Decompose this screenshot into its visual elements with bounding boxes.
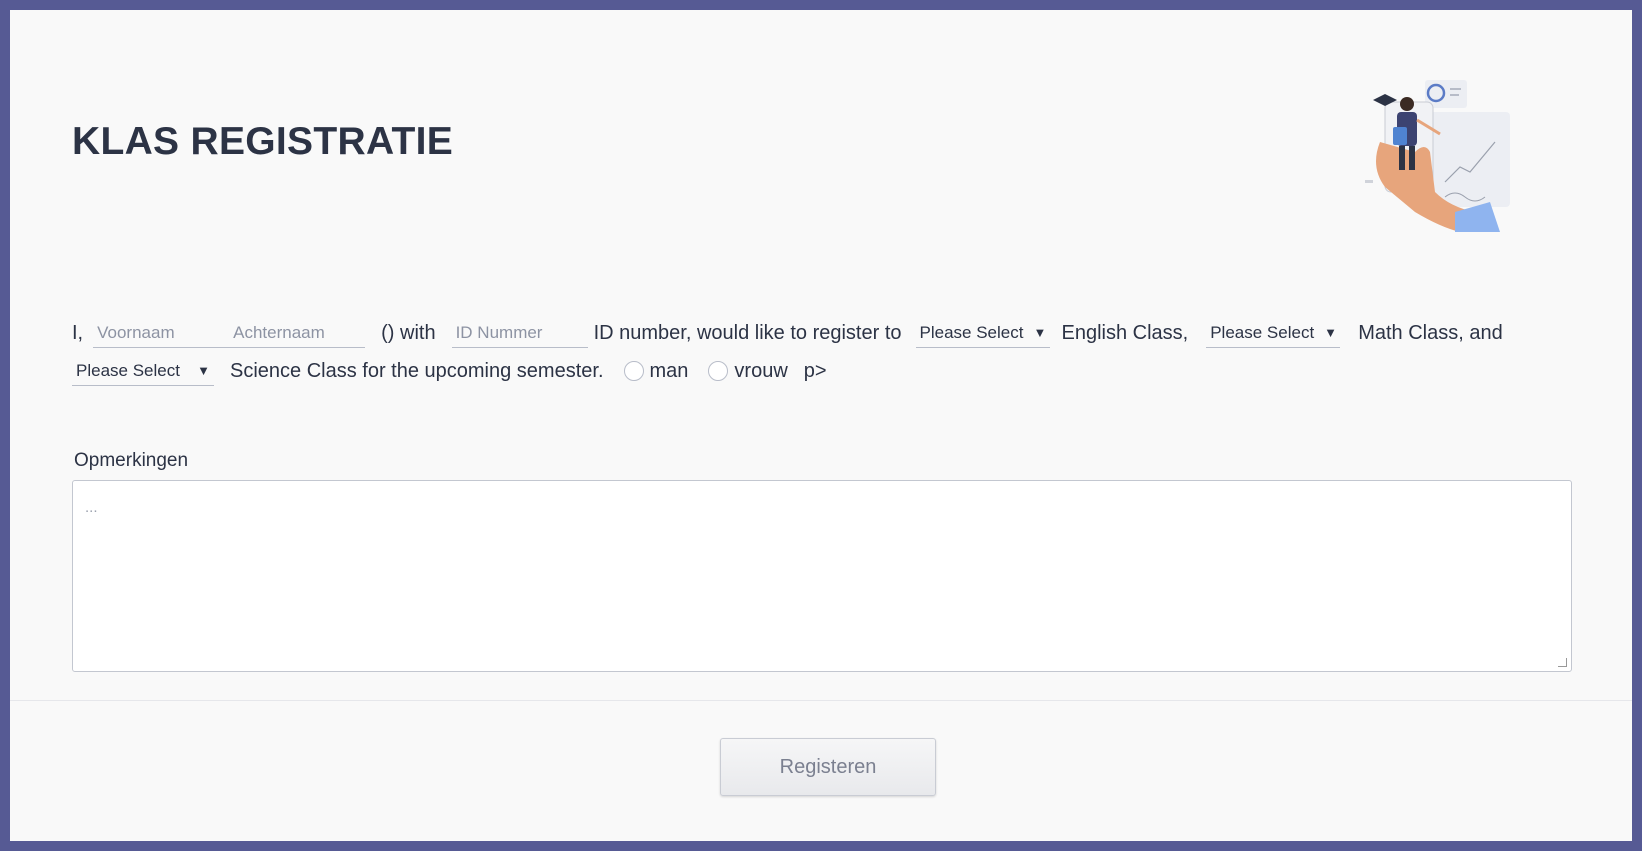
- radio-vrouw-label[interactable]: vrouw: [734, 352, 787, 390]
- caret-down-icon: ▼: [197, 362, 210, 378]
- remarks-label: Opmerkingen: [74, 450, 189, 471]
- first-name-input[interactable]: [93, 318, 230, 348]
- math-select-value: Please Select: [1210, 322, 1315, 342]
- science-class-text: Science Class for the upcoming semester.: [230, 360, 604, 382]
- remarks-placeholder: ...: [85, 499, 98, 516]
- english-class-select[interactable]: Please Select ▼: [915, 318, 1050, 348]
- caret-down-icon: ▼: [1324, 324, 1338, 340]
- math-class-text: Math Class, and: [1358, 322, 1503, 344]
- illustration-svg: [1365, 80, 1510, 232]
- trailing-text: p>: [803, 360, 827, 382]
- register-text: ID number, would like to register to: [593, 322, 902, 344]
- prefix-text: I,: [72, 322, 84, 344]
- science-class-select[interactable]: Please Select ▼: [72, 356, 214, 386]
- id-number-input[interactable]: [451, 318, 588, 348]
- radio-man[interactable]: [623, 361, 644, 381]
- math-class-select[interactable]: Please Select ▼: [1206, 318, 1341, 348]
- divider: [10, 700, 1632, 701]
- english-select-value: Please Select: [919, 322, 1024, 342]
- sentence-row-1: I, () with ID number, would like to regi…: [72, 314, 1503, 352]
- caret-down-icon: ▼: [1033, 324, 1047, 340]
- remarks-textarea[interactable]: ...: [72, 480, 1572, 672]
- science-select-value: Please Select: [76, 360, 180, 380]
- radio-man-label[interactable]: man: [650, 352, 689, 390]
- chart-card: [1430, 112, 1510, 207]
- student-on-phone-illustration: [1335, 72, 1585, 232]
- form-card: KLAS REGISTRATIE I, Voornaam Achternaam …: [10, 10, 1632, 841]
- page-title: KLAS REGISTRATIE: [72, 120, 454, 163]
- register-button[interactable]: Registeren: [720, 738, 936, 796]
- resize-grip-icon[interactable]: [1558, 658, 1567, 667]
- with-text: () with: [381, 322, 436, 344]
- sentence-row-2: Please Select ▼ Science Class for the up…: [72, 352, 827, 390]
- last-name-input[interactable]: [229, 318, 366, 348]
- english-class-text: English Class,: [1061, 322, 1189, 344]
- radio-vrouw[interactable]: [708, 361, 729, 381]
